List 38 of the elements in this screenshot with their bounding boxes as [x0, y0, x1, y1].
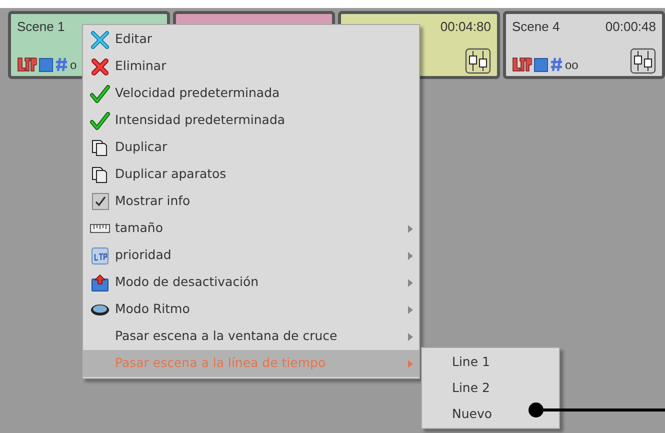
copy-icon: [91, 166, 109, 184]
menu-item[interactable]: Modo Ritmo: [83, 296, 419, 323]
scene-time: 00:00:48: [605, 18, 656, 35]
menu-item[interactable]: Duplicar aparatos: [83, 161, 419, 188]
menu-item[interactable]: Pasar escena a la ventana de cruce: [83, 323, 419, 350]
color-square-icon: [534, 58, 548, 72]
scene-time: 00:04:80: [440, 18, 491, 35]
scene-name: Scene 4: [512, 18, 560, 35]
color-square-icon: [39, 58, 53, 72]
ruler-icon: [90, 224, 110, 233]
hash-icon: [55, 57, 68, 72]
checkbox-icon: [92, 193, 108, 210]
menu-item[interactable]: Editar: [83, 26, 419, 53]
checkmark-icon: [90, 112, 110, 130]
ltp-icon: [512, 57, 532, 72]
scene-info: o: [70, 58, 77, 70]
submenu-item[interactable]: Line 2: [448, 378, 494, 398]
hash-icon: [550, 57, 563, 72]
copy-icon: [91, 138, 109, 156]
menu-item[interactable]: tamaño: [83, 215, 419, 242]
disc-icon: [90, 302, 110, 316]
menu-item[interactable]: Duplicar: [83, 134, 419, 161]
menu-item[interactable]: Velocidad predeterminada: [83, 80, 419, 107]
submenu-item[interactable]: Nuevo: [448, 404, 496, 424]
delete-icon: [91, 58, 109, 76]
submenu-item[interactable]: Line 1: [448, 352, 494, 372]
upload-icon: [91, 274, 109, 292]
scene-info: oo: [565, 58, 578, 70]
menu-item[interactable]: Eliminar: [83, 53, 419, 80]
scene-card[interactable]: Scene 4 00:00:48 oo: [503, 11, 665, 79]
scene-name: Scene 1: [17, 18, 65, 35]
ltp-document-icon: [91, 246, 109, 264]
checkmark-icon: [90, 84, 110, 102]
menu-item[interactable]: Modo de desactivación: [83, 269, 419, 296]
menu-item[interactable]: Intensidad predeterminada: [83, 107, 419, 134]
ltp-icon: [17, 57, 37, 72]
menu-item[interactable]: Mostrar info: [83, 188, 419, 215]
menu-item[interactable]: prioridad: [83, 242, 419, 269]
